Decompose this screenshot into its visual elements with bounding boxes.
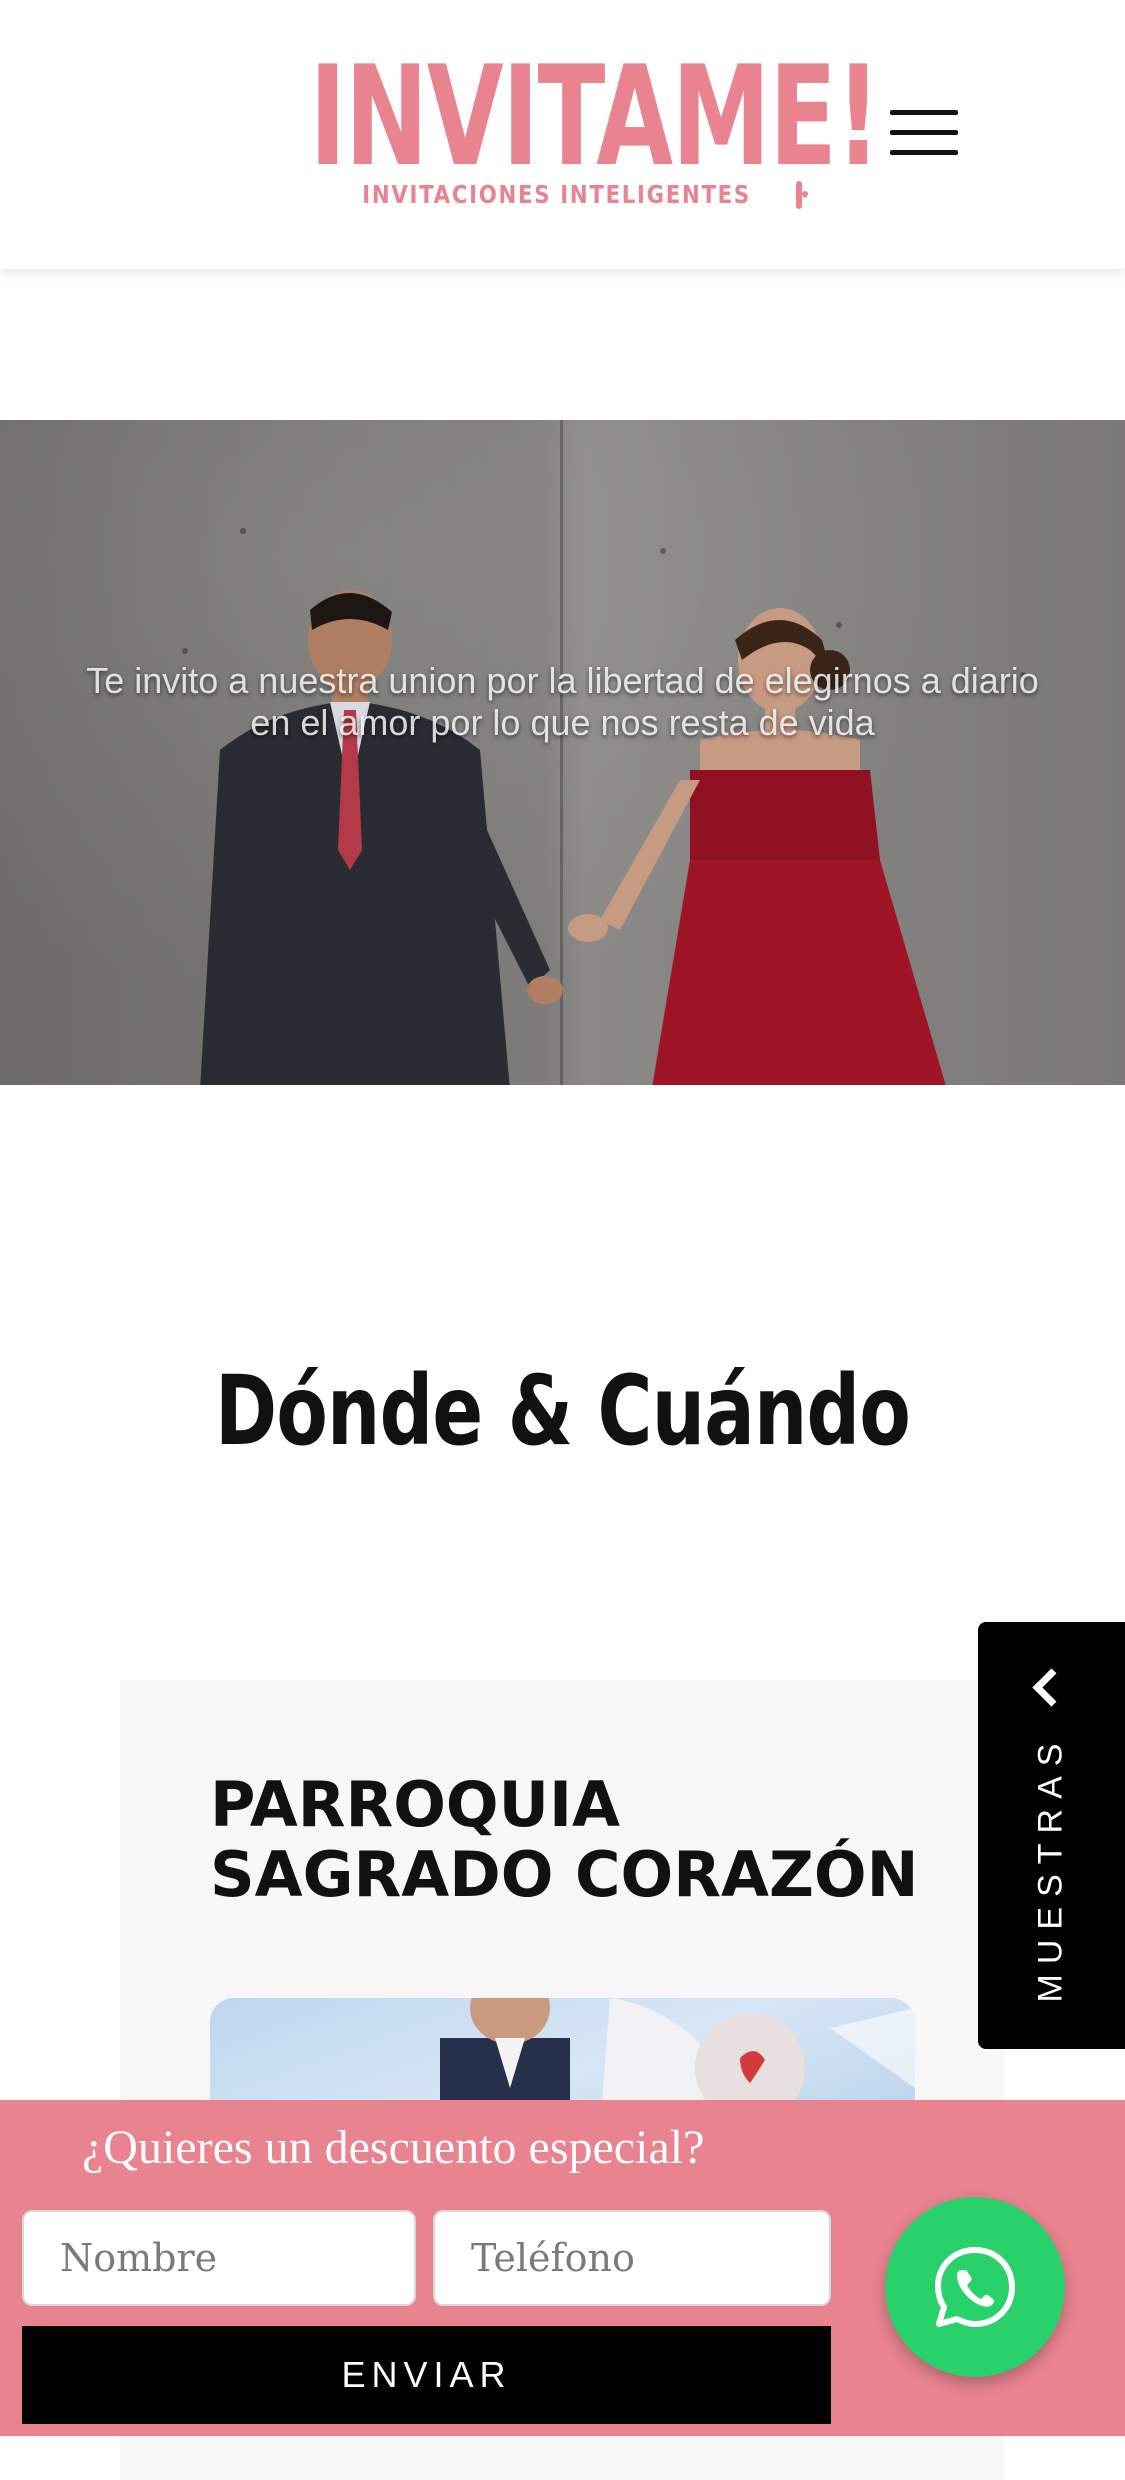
hero-message: Te invito a nuestra union por la liberta… [86,660,1039,743]
muestras-side-tab[interactable]: MUESTRAS [978,1622,1125,2049]
whatsapp-icon [935,2247,1015,2327]
name-input[interactable]: Nombre [22,2210,416,2306]
hamburger-menu-icon[interactable] [890,110,958,156]
submit-button[interactable]: ENVIAR [22,2326,831,2424]
logo-subtitle: INVITACIONES INTELIGENTES [362,180,752,209]
phone-heart-icon [795,180,802,209]
location-name: PARROQUIA SAGRADO CORAZÓN [210,1768,919,1911]
chevron-left-icon [1032,1668,1071,1707]
discount-title: ¿Quieres un descuento especial? [82,2121,705,2174]
logo-subtitle-row: INVITACIONES INTELIGENTES [330,180,802,209]
section-title: Dónde & Cuándo [215,1355,911,1467]
whatsapp-button[interactable] [885,2197,1065,2377]
muestras-label: MUESTRAS [1031,1733,1070,2003]
phone-input[interactable]: Teléfono [433,2210,831,2306]
brand-logo[interactable]: INVITAME! INVITACIONES INTELIGENTES [309,48,880,228]
logo-title: INVITAME! [309,36,880,197]
hero-banner: Te invito a nuestra union por la liberta… [0,420,1125,1085]
site-header: INVITAME! INVITACIONES INTELIGENTES [0,0,1125,269]
wall-dot [240,528,246,534]
wall-dot [660,548,666,554]
